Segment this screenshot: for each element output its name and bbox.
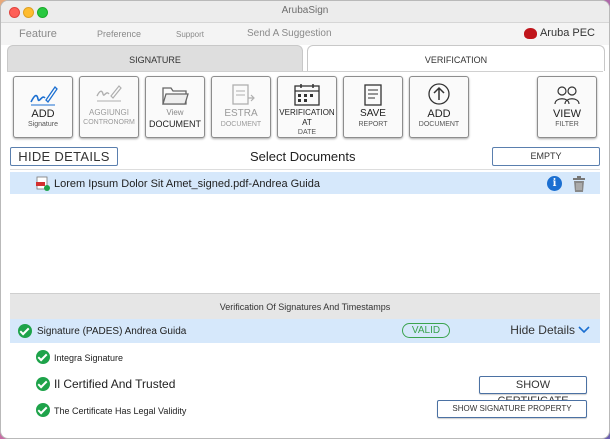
- valid-check-icon: [18, 324, 32, 338]
- document-row[interactable]: Lorem Ipsum Dolor Sit Amet_signed.pdf-An…: [10, 172, 600, 194]
- legal-validity-check-icon: [36, 403, 50, 417]
- save-report-button[interactable]: SAVE REPORT: [343, 76, 403, 138]
- countersign-sublabel: CONTRONORM: [83, 119, 135, 126]
- trusted-check-icon: [36, 377, 50, 391]
- document-list: Lorem Ipsum Dolor Sit Amet_signed.pdf-An…: [10, 169, 600, 293]
- view-filter-sublabel: FILTER: [555, 121, 579, 128]
- upload-icon: [428, 83, 450, 105]
- documents-header: HIDE DETAILS Select Documents EMPTY: [10, 147, 600, 167]
- chevron-down-icon: [578, 326, 590, 334]
- add-document-sublabel: DOCUMENT: [418, 121, 460, 128]
- add-signature-label: ADD: [31, 108, 55, 120]
- signature-pen-icon: [30, 85, 58, 106]
- account-label: Aruba PEC: [539, 27, 595, 39]
- document-name: Lorem Ipsum Dolor Sit Amet_signed.pdf-An…: [54, 178, 320, 190]
- signed-pdf-icon: [36, 176, 50, 191]
- aruba-pec-logo-icon: [523, 27, 537, 39]
- countersign-icon: [96, 85, 122, 102]
- tab-bar: SIGNATURE VERIFICATION: [7, 45, 605, 71]
- verification-heading: Verification Of Signatures And Timestamp…: [10, 293, 600, 319]
- extract-document-button[interactable]: ESTRA DOCUMENT: [211, 76, 271, 138]
- detail-certified-trusted-text: Il Certified And Trusted: [54, 377, 176, 391]
- tab-verification[interactable]: VERIFICATION: [307, 45, 605, 71]
- countersign-label: AGGIUNGI: [88, 108, 129, 117]
- add-signature-button[interactable]: ADD Signature: [13, 76, 73, 138]
- menu-send-suggestion[interactable]: Send A Suggestion: [247, 28, 332, 39]
- toolbar: ADD Signature AGGIUNGI CONTRONORM View D…: [7, 71, 603, 143]
- show-signature-property-button[interactable]: SHOW SIGNATURE PROPERTY: [437, 400, 587, 418]
- detail-integra-signature-text: Integra Signature: [54, 353, 124, 363]
- save-report-label: SAVE: [360, 108, 386, 119]
- integrity-check-icon: [36, 350, 50, 364]
- signature-label: Signature (PADES) Andrea Guida: [37, 326, 187, 337]
- save-report-sublabel: REPORT: [358, 121, 388, 128]
- view-filter-label: VIEW: [552, 108, 582, 120]
- empty-button[interactable]: EMPTY: [492, 147, 600, 166]
- report-icon: [364, 84, 382, 106]
- extract-document-label: ESTRA: [224, 108, 258, 119]
- app-window: ArubaSign Feature Preference Support Sen…: [0, 0, 610, 439]
- account-menu[interactable]: Aruba PEC: [523, 27, 595, 39]
- menu-feature[interactable]: Feature: [19, 28, 57, 40]
- detail-legal-validity-text: The Certificate Has Legal Validity: [54, 406, 187, 416]
- view-document-sublabel: DOCUMENT: [149, 119, 201, 129]
- extract-document-sublabel: DOCUMENT: [220, 121, 262, 128]
- tab-signature[interactable]: SIGNATURE: [7, 45, 303, 71]
- users-icon: [554, 86, 580, 105]
- verification-at-date-sublabel: DATE: [297, 129, 317, 136]
- signature-hide-details-toggle[interactable]: Hide Details: [510, 323, 590, 337]
- info-icon[interactable]: i: [547, 176, 562, 191]
- add-document-label: ADD: [427, 108, 451, 120]
- menu-support[interactable]: Support: [176, 30, 204, 39]
- countersign-button[interactable]: AGGIUNGI CONTRONORM: [79, 76, 139, 138]
- select-documents-heading: Select Documents: [250, 149, 356, 164]
- hide-details-button[interactable]: HIDE DETAILS: [10, 147, 118, 166]
- view-filter-button[interactable]: VIEW FILTER: [537, 76, 597, 138]
- valid-status-badge: VALID: [402, 323, 450, 338]
- show-certificate-button[interactable]: SHOW CERTIFICATE: [479, 376, 587, 407]
- verification-at-date-button[interactable]: VERIFICATION AT DATE: [277, 76, 337, 138]
- calendar-icon: [294, 84, 320, 106]
- signature-row[interactable]: Signature (PADES) Andrea Guida VALID Hid…: [10, 319, 600, 343]
- trash-icon[interactable]: [572, 176, 586, 192]
- add-signature-sublabel: Signature: [28, 121, 58, 128]
- open-folder-icon: [162, 87, 189, 105]
- view-document-button[interactable]: View DOCUMENT: [145, 76, 205, 138]
- window-title: ArubaSign: [281, 5, 329, 16]
- title-bar: ArubaSign: [1, 1, 609, 23]
- menu-bar: Feature Preference Support Send A Sugges…: [1, 23, 609, 45]
- menu-preference[interactable]: Preference: [97, 29, 141, 39]
- view-document-label: View: [166, 108, 184, 117]
- add-document-button[interactable]: ADD DOCUMENT: [409, 76, 469, 138]
- hide-details-toggle-label: Hide Details: [510, 323, 575, 337]
- verification-at-date-label: VERIFICATION AT: [279, 108, 335, 127]
- extract-document-icon: [232, 84, 255, 105]
